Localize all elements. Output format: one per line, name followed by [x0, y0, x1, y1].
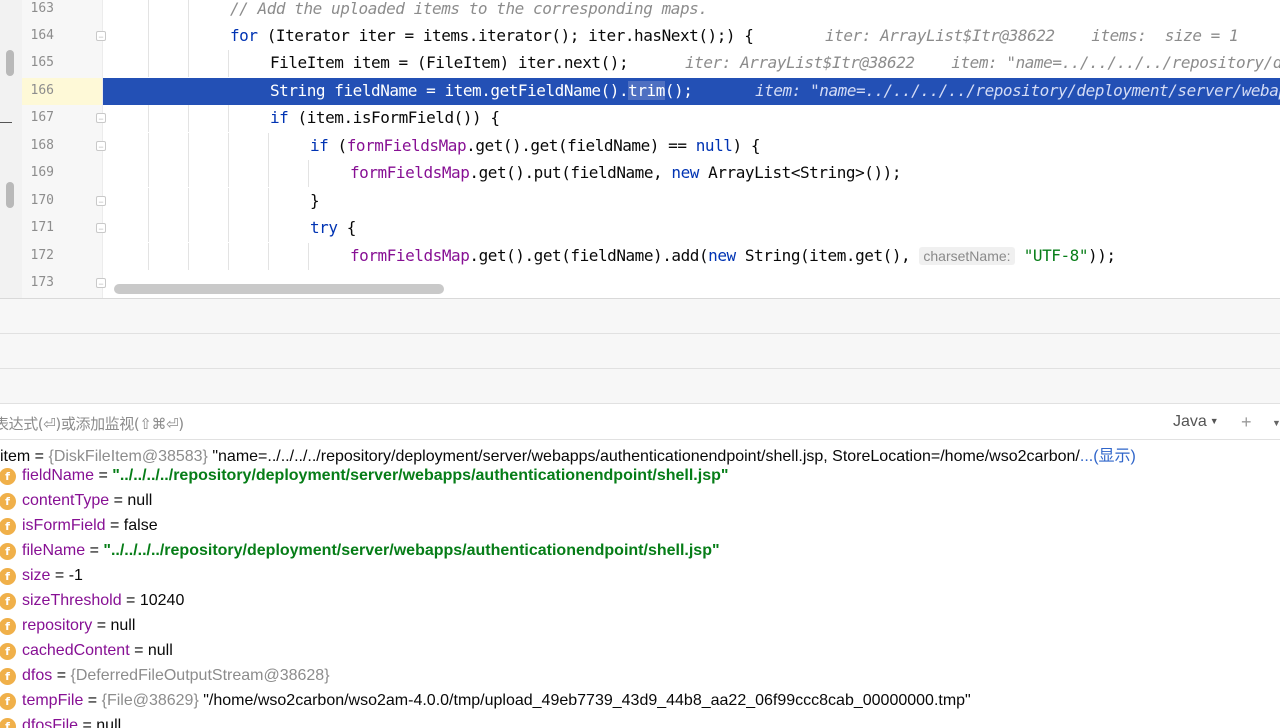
variable-value: {DeferredFileOutputStream@38628}	[70, 667, 330, 684]
add-watch-icon[interactable]: +	[1241, 413, 1252, 431]
code-text: formFieldsMap.get().get(fieldName).add(n…	[350, 246, 1116, 265]
empty-panel	[0, 369, 1280, 404]
horizontal-scrollbar[interactable]	[114, 284, 444, 294]
code-line[interactable]: 164 − for (Iterator iter = items.iterato…	[0, 23, 1280, 50]
variable-name: fieldName	[22, 467, 95, 484]
line-number: 166	[30, 83, 54, 98]
field-icon: f	[0, 593, 16, 610]
variable-row[interactable]: f isFormField = false	[0, 515, 1280, 540]
field-icon: f	[0, 468, 16, 485]
field-icon: f	[0, 543, 16, 560]
variable-name: dfosFile	[22, 717, 79, 728]
variable-name: sizeThreshold	[22, 592, 122, 609]
variable-ref: {File@38629}	[101, 692, 199, 709]
field-icon: f	[0, 668, 16, 685]
variable-name: repository	[22, 617, 93, 634]
code-line[interactable]: 163 // Add the uploaded items to the cor…	[0, 0, 1280, 23]
variable-row[interactable]: f cachedContent = null	[0, 640, 1280, 665]
field-icon: f	[0, 718, 16, 728]
variable-row[interactable]: f dfos = {DeferredFileOutputStream@38628}	[0, 665, 1280, 690]
chevron-down-icon[interactable]: ▼	[1272, 418, 1280, 428]
variable-row[interactable]: f tempFile = {File@38629} "/home/wso2carb…	[0, 690, 1280, 715]
code-line[interactable]: 165 FileItem item = (FileItem) iter.next…	[0, 50, 1280, 77]
variable-name: tempFile	[22, 692, 84, 709]
line-number: 170	[30, 193, 54, 208]
field-icon: f	[0, 518, 16, 535]
variable-row[interactable]: f fieldName = "../../../../repository/dep…	[0, 465, 1280, 490]
variable-name: isFormField	[22, 517, 106, 534]
variable-name: size	[22, 567, 51, 584]
parameter-hint: charsetName:	[919, 247, 1015, 265]
line-number: 164	[30, 28, 54, 43]
evaluate-bar: 表达式(⏎)或添加监视(⇧⌘⏎) Java ▼ + ▼	[0, 404, 1280, 440]
line-number: 163	[30, 1, 54, 16]
language-select[interactable]: Java ▼	[1173, 413, 1219, 431]
line-number: 165	[30, 55, 54, 70]
inline-debug-hint: iter: ArrayList$Itr@38622 items: size = …	[825, 26, 1239, 45]
evaluate-expression-input[interactable]: 表达式(⏎)或添加监视(⇧⌘⏎)	[0, 413, 184, 434]
variable-value: "../../../../repository/deployment/serve…	[112, 467, 729, 484]
line-number: 171	[30, 220, 54, 235]
variables-tree: item = {DiskFileItem@38583} "name=../../…	[0, 440, 1280, 728]
field-icon: f	[0, 568, 16, 585]
variable-name: fileName	[22, 542, 86, 559]
variable-value: false	[123, 517, 158, 534]
code-text: String fieldName = item.getFieldName().t…	[270, 81, 693, 100]
line-number: 173	[30, 275, 54, 290]
variable-value: null	[127, 492, 153, 509]
line-number: 168	[30, 138, 54, 153]
variable-row[interactable]: f contentType = null	[0, 490, 1280, 515]
code-line[interactable]: 168 − if (formFieldsMap.get().get(fieldN…	[0, 133, 1280, 160]
variable-name: cachedContent	[22, 642, 130, 659]
code-text: for (Iterator iter = items.iterator(); i…	[230, 26, 754, 45]
frames-toolbar	[0, 334, 1280, 691]
field-icon: f	[0, 643, 16, 660]
code-line[interactable]: 169 formFieldsMap.get().put(fieldName, n…	[0, 160, 1280, 187]
fold-toggle-icon[interactable]: −	[96, 278, 106, 289]
code-text: FileItem item = (FileItem) iter.next();	[270, 53, 629, 72]
variable-name: dfos	[22, 667, 53, 684]
variable-value: "/home/wso2carbon/wso2am-4.0.0/tmp/uploa…	[198, 692, 971, 709]
code-text: if (formFieldsMap.get().get(fieldName) =…	[310, 136, 761, 155]
code-line[interactable]: 167 − if (item.isFormField()) {	[0, 105, 1280, 132]
inline-debug-hint: item: "name=../../../../repository/deplo…	[755, 81, 1280, 100]
code-line[interactable]: 170 − }	[0, 188, 1280, 215]
code-text: try {	[310, 218, 356, 237]
variable-value: 10240	[139, 592, 185, 609]
variable-row-root[interactable]: item = {DiskFileItem@38583} "name=../../…	[0, 440, 1280, 465]
variable-row[interactable]: f dfosFile = null	[0, 715, 1280, 728]
variable-value: null	[110, 617, 136, 634]
show-more-link[interactable]: ...(显示)	[1080, 448, 1136, 465]
code-text: }	[310, 191, 320, 210]
variable-value: null	[96, 717, 122, 728]
code-text: formFieldsMap.get().put(fieldName, new A…	[350, 163, 902, 182]
code-comment: // Add the uploaded items to the corresp…	[230, 0, 708, 18]
inline-debug-hint: iter: ArrayList$Itr@38622 item: "name=..…	[685, 53, 1280, 72]
code-text: if (item.isFormField()) {	[270, 108, 500, 127]
chevron-down-icon: ▼	[1209, 416, 1219, 426]
variable-value: "../../../../repository/deployment/serve…	[103, 542, 720, 559]
variable-row[interactable]: f repository = null	[0, 615, 1280, 640]
variable-row[interactable]: f size = -1	[0, 565, 1280, 590]
line-number: 167	[30, 110, 54, 125]
field-icon: f	[0, 693, 16, 710]
variable-row[interactable]: f sizeThreshold = 10240	[0, 590, 1280, 615]
variable-value: -1	[68, 567, 83, 584]
variable-name: contentType	[22, 492, 110, 509]
variable-row[interactable]: f fileName = "../../../../repository/depl…	[0, 540, 1280, 565]
line-number: 169	[30, 165, 54, 180]
variable-value: null	[147, 642, 173, 659]
code-line[interactable]: 172 formFieldsMap.get().get(fieldName).a…	[0, 243, 1280, 270]
current-execution-line[interactable]: 166 String fieldName = item.getFieldName…	[0, 78, 1280, 105]
debug-toolbar: ⚙	[0, 299, 1280, 625]
field-icon: f	[0, 618, 16, 635]
code-line[interactable]: 171 − try {	[0, 215, 1280, 242]
line-number: 172	[30, 248, 54, 263]
field-icon: f	[0, 493, 16, 510]
code-editor[interactable]: 163 // Add the uploaded items to the cor…	[0, 0, 1280, 298]
